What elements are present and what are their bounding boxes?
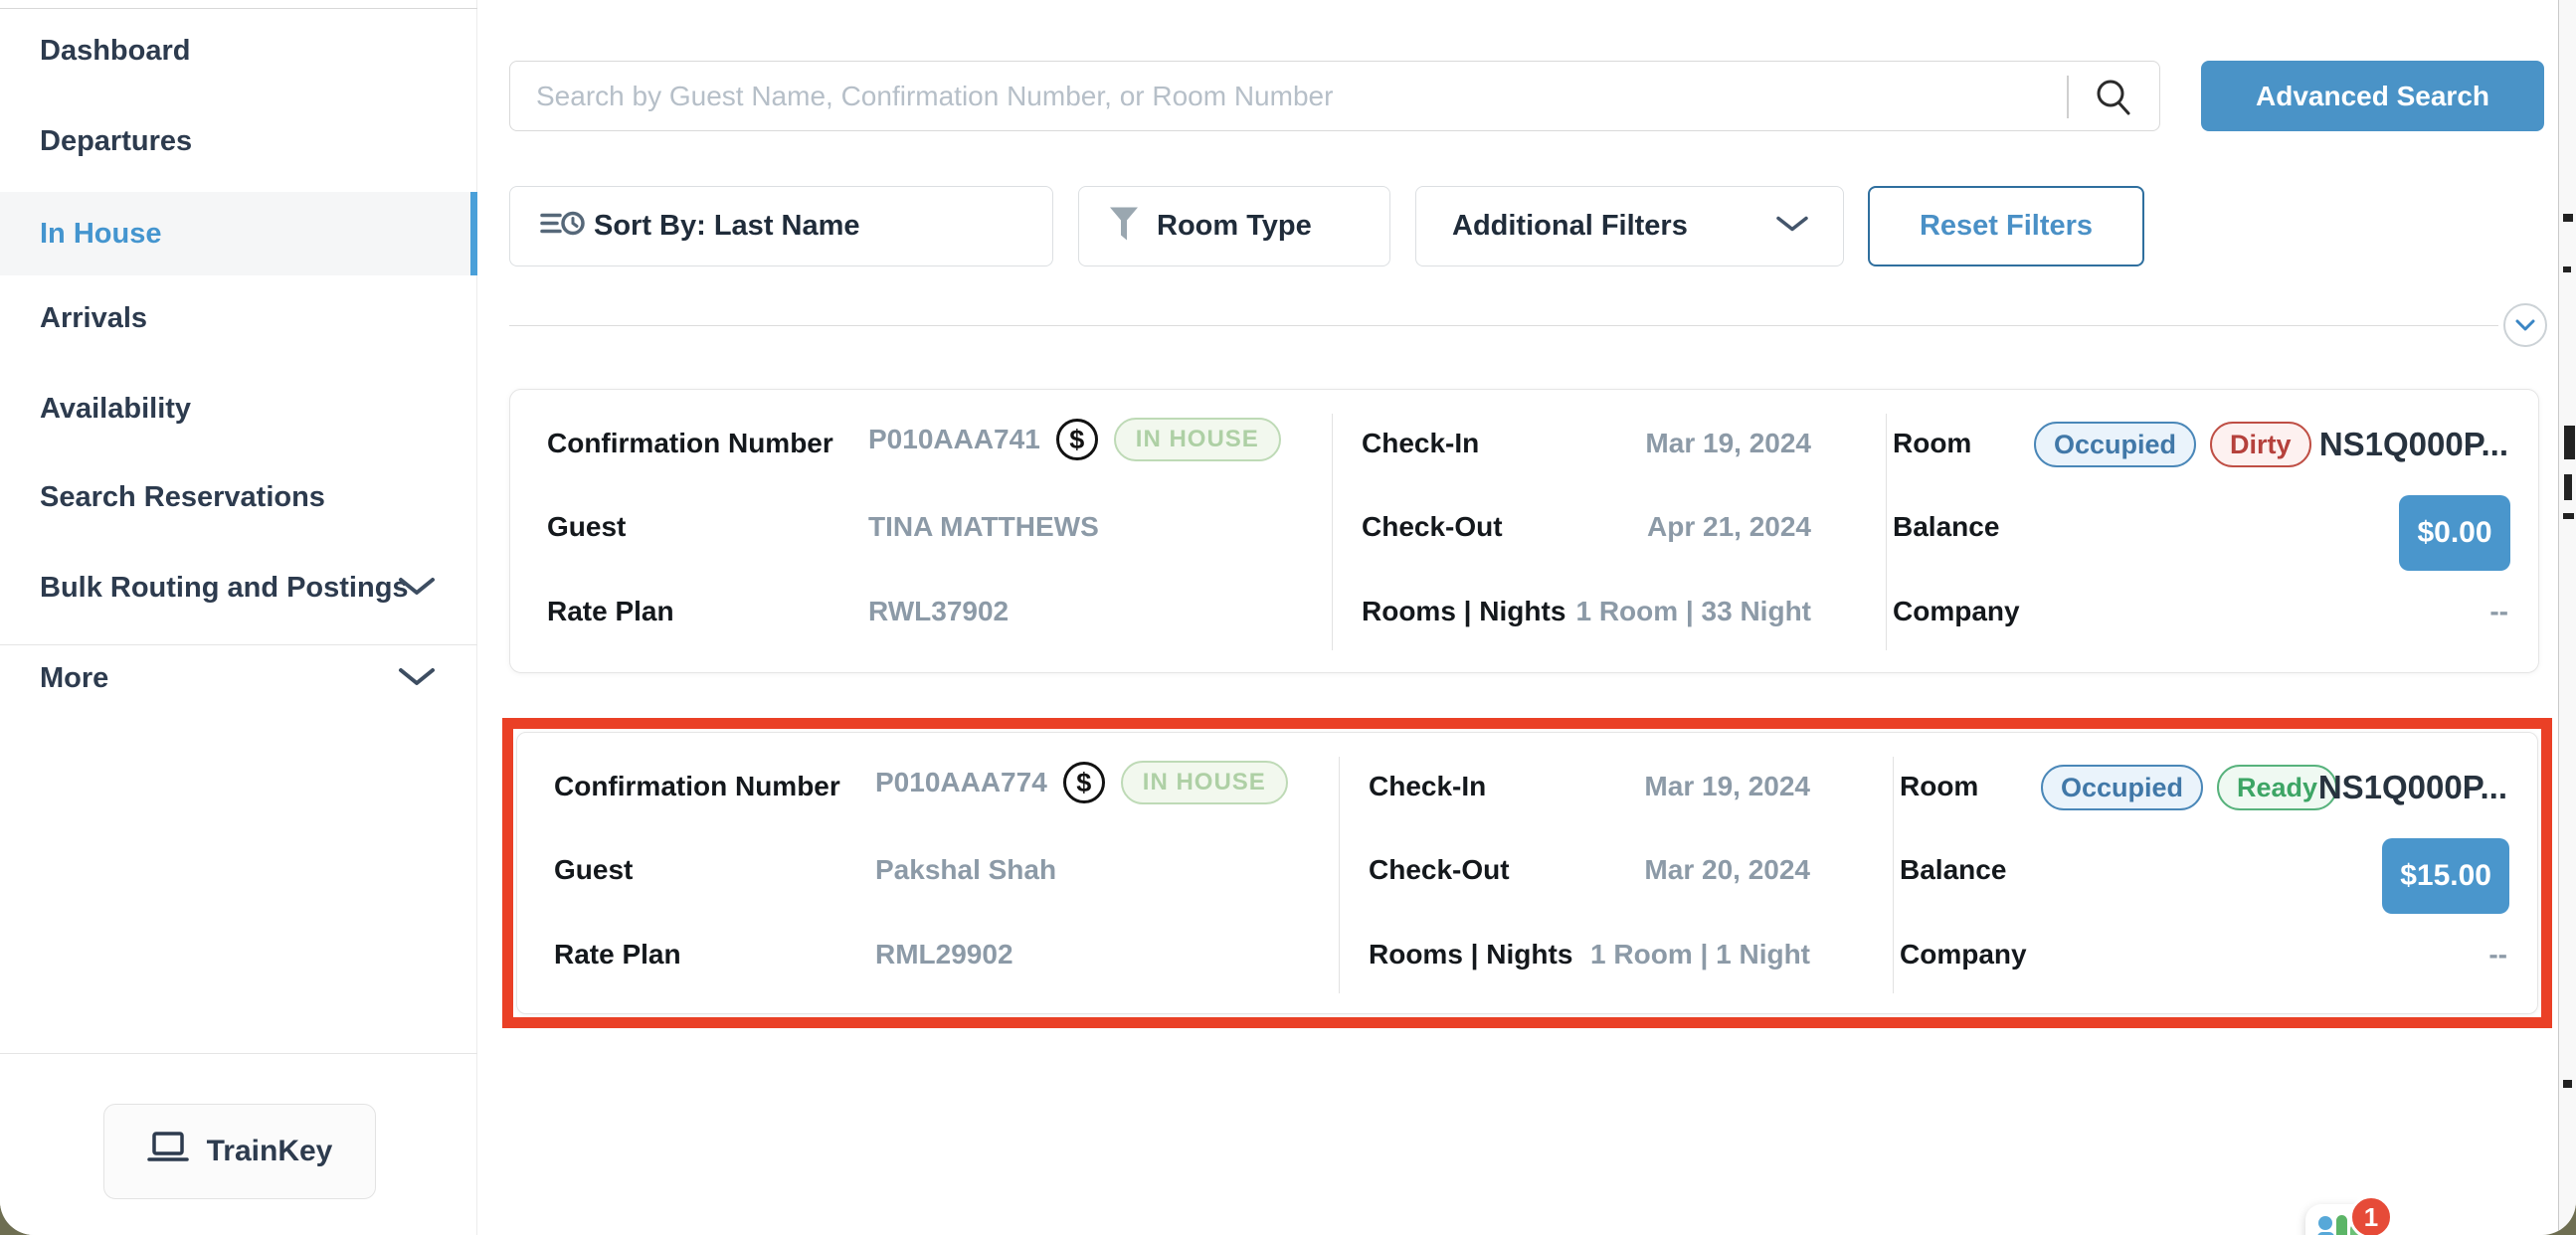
additional-filters-dropdown[interactable]: Additional Filters — [1415, 186, 1844, 266]
search-icon[interactable] — [2094, 78, 2133, 117]
sidebar-item-availability[interactable]: Availability — [40, 379, 191, 439]
guest-label: Guest — [547, 511, 626, 543]
search-bar — [509, 61, 2160, 131]
room-number-value: NS1Q000P... — [2318, 769, 2507, 806]
sidebar-item-arrivals[interactable]: Arrivals — [40, 288, 147, 348]
sidebar-item-label: In House — [40, 204, 161, 264]
rate-plan-value: RML29902 — [875, 939, 1013, 970]
company-value: -- — [2488, 939, 2507, 970]
collapse-toggle-button[interactable] — [2503, 303, 2547, 347]
occupied-badge: Occupied — [2034, 422, 2196, 467]
reset-filters-button[interactable]: Reset Filters — [1868, 186, 2144, 266]
room-status-badges: Occupied Ready — [2041, 765, 2337, 810]
active-indicator-bar — [470, 192, 477, 275]
app-window: Dashboard Departures In House Arrivals A… — [0, 0, 2576, 1235]
sidebar-item-more[interactable]: More — [40, 648, 108, 708]
company-label: Company — [1900, 939, 2027, 970]
housekeeping-badge: Dirty — [2210, 422, 2311, 467]
search-divider — [2067, 76, 2069, 118]
sidebar-item-in-house[interactable]: In House — [0, 192, 477, 275]
balance-button[interactable]: $15.00 — [2382, 838, 2509, 914]
guest-name-value: TINA MATTHEWS — [868, 511, 1099, 543]
room-status-badges: Occupied Dirty — [2034, 422, 2311, 467]
sort-by-dropdown[interactable]: Sort By: Last Name — [509, 186, 1053, 266]
rooms-nights-value: 1 Room | 33 Night — [1575, 596, 1811, 627]
guest-label: Guest — [554, 854, 633, 886]
trainkey-button[interactable]: TrainKey — [103, 1104, 376, 1199]
confirmation-value-group: P010AAA774 $ IN HOUSE — [875, 761, 1288, 804]
check-in-value: Mar 19, 2024 — [1645, 428, 1811, 459]
advanced-search-button[interactable]: Advanced Search — [2201, 61, 2544, 131]
confirmation-number-value: P010AAA741 — [868, 424, 1040, 455]
confirmation-number-label: Confirmation Number — [547, 428, 833, 459]
additional-filters-label: Additional Filters — [1452, 210, 1688, 243]
sidebar-bottom-divider — [0, 1053, 477, 1054]
company-label: Company — [1893, 596, 2020, 627]
room-label: Room — [1900, 771, 1978, 802]
confirmation-value-group: P010AAA741 $ IN HOUSE — [868, 418, 1281, 461]
room-type-dropdown[interactable]: Room Type — [1078, 186, 1390, 266]
balance-label: Balance — [1900, 854, 2006, 886]
right-edge-panel — [2558, 0, 2576, 1235]
column-divider — [1332, 414, 1333, 650]
sidebar-item-dashboard[interactable]: Dashboard — [40, 21, 190, 81]
occupied-badge: Occupied — [2041, 765, 2203, 810]
laptop-icon — [147, 1131, 189, 1172]
column-divider — [1339, 757, 1340, 993]
filter-funnel-icon — [1109, 206, 1139, 247]
check-in-label: Check-In — [1369, 771, 1486, 802]
check-out-label: Check-Out — [1362, 511, 1503, 543]
check-in-value: Mar 19, 2024 — [1644, 771, 1810, 802]
column-divider — [1893, 757, 1894, 993]
confirmation-number-label: Confirmation Number — [554, 771, 840, 802]
rate-plan-label: Rate Plan — [547, 596, 674, 627]
check-out-value: Mar 20, 2024 — [1644, 854, 1810, 886]
room-number-value: NS1Q000P... — [2319, 426, 2508, 463]
company-value: -- — [2489, 596, 2508, 627]
balance-label: Balance — [1893, 511, 1999, 543]
list-divider — [509, 325, 2498, 326]
dollar-circle-icon[interactable]: $ — [1063, 762, 1105, 803]
sidebar-item-departures[interactable]: Departures — [40, 111, 192, 171]
check-out-label: Check-Out — [1369, 854, 1510, 886]
rooms-nights-label: Rooms | Nights — [1362, 596, 1565, 627]
sidebar-section-divider — [0, 644, 477, 645]
guest-name-value: Pakshal Shah — [875, 854, 1056, 886]
rooms-nights-value: 1 Room | 1 Night — [1590, 939, 1810, 970]
notification-badge: 1 — [2349, 1195, 2393, 1235]
sort-by-time-icon — [540, 208, 586, 245]
room-label: Room — [1893, 428, 1971, 459]
trainkey-label: TrainKey — [207, 1135, 333, 1168]
rooms-nights-label: Rooms | Nights — [1369, 939, 1572, 970]
sidebar: Dashboard Departures In House Arrivals A… — [0, 0, 477, 1235]
rate-plan-value: RWL37902 — [868, 596, 1009, 627]
reservation-card[interactable]: Confirmation Number P010AAA774 $ IN HOUS… — [516, 732, 2538, 1014]
chevron-down-icon — [1775, 215, 1809, 238]
reservation-card[interactable]: Confirmation Number P010AAA741 $ IN HOUS… — [509, 389, 2539, 673]
balance-button[interactable]: $0.00 — [2399, 495, 2510, 571]
confirmation-number-value: P010AAA774 — [875, 767, 1047, 798]
chevron-down-icon — [2515, 319, 2535, 331]
chevron-down-icon[interactable] — [398, 667, 436, 687]
sidebar-item-search-reservations[interactable]: Search Reservations — [40, 467, 325, 527]
sort-by-label: Sort By: Last Name — [594, 210, 860, 243]
column-divider — [1886, 414, 1887, 650]
sidebar-item-bulk-routing[interactable]: Bulk Routing and Postings — [40, 558, 409, 618]
in-house-status-badge: IN HOUSE — [1121, 761, 1288, 804]
check-in-label: Check-In — [1362, 428, 1479, 459]
check-out-value: Apr 21, 2024 — [1647, 511, 1811, 543]
highlight-annotation-box: Confirmation Number P010AAA774 $ IN HOUS… — [502, 718, 2552, 1028]
sidebar-top-divider — [0, 8, 477, 9]
search-input[interactable] — [536, 62, 2048, 130]
dollar-circle-icon[interactable]: $ — [1056, 419, 1098, 460]
in-house-status-badge: IN HOUSE — [1114, 418, 1281, 461]
room-type-label: Room Type — [1157, 210, 1312, 243]
rate-plan-label: Rate Plan — [554, 939, 681, 970]
chevron-down-icon[interactable] — [398, 577, 436, 597]
